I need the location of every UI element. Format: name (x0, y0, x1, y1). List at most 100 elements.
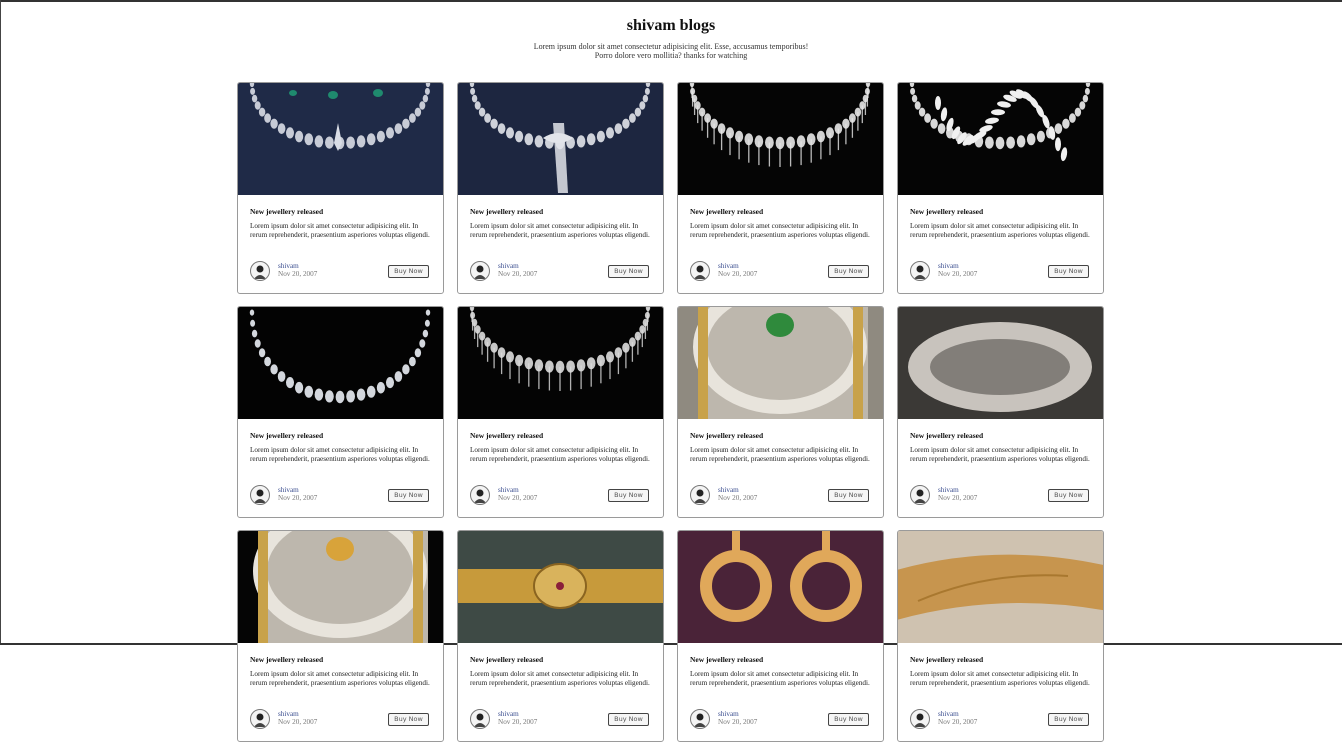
card-image[interactable] (238, 531, 443, 643)
card-image[interactable] (678, 307, 883, 419)
blog-card: New jewellery released Lorem ipsum dolor … (457, 530, 664, 742)
blog-card: New jewellery released Lorem ipsum dolor … (677, 530, 884, 742)
blog-card: New jewellery released Lorem ipsum dolor … (237, 82, 444, 294)
card-image[interactable] (238, 83, 443, 195)
post-date: Nov 20, 2007 (938, 270, 978, 278)
author-name[interactable]: shivam (718, 710, 739, 718)
author-name[interactable]: shivam (278, 262, 299, 270)
card-image[interactable] (678, 531, 883, 643)
card-text: Lorem ipsum dolor sit amet consectetur a… (470, 670, 650, 687)
buy-now-button[interactable]: Buy Now (828, 713, 869, 726)
author-avatar (690, 261, 710, 281)
author-name[interactable]: shivam (718, 262, 739, 270)
buy-now-button[interactable]: Buy Now (388, 489, 429, 502)
author-avatar (910, 261, 930, 281)
blog-card: New jewellery released Lorem ipsum dolor … (237, 530, 444, 742)
card-title: New jewellery released (250, 431, 324, 440)
buy-now-button[interactable]: Buy Now (608, 713, 649, 726)
window-top-border (0, 0, 1342, 2)
card-title: New jewellery released (470, 431, 544, 440)
author-avatar (690, 485, 710, 505)
author-name[interactable]: shivam (278, 710, 299, 718)
card-title: New jewellery released (690, 431, 764, 440)
buy-now-button[interactable]: Buy Now (1048, 713, 1089, 726)
card-title: New jewellery released (690, 207, 764, 216)
card-image[interactable] (898, 83, 1103, 195)
post-date: Nov 20, 2007 (718, 494, 758, 502)
author-avatar (250, 261, 270, 281)
card-image[interactable] (238, 307, 443, 419)
post-date: Nov 20, 2007 (938, 718, 978, 726)
post-date: Nov 20, 2007 (498, 494, 538, 502)
post-date: Nov 20, 2007 (498, 718, 538, 726)
author-name[interactable]: shivam (498, 486, 519, 494)
card-text: Lorem ipsum dolor sit amet consectetur a… (470, 446, 650, 463)
card-text: Lorem ipsum dolor sit amet consectetur a… (910, 670, 1090, 687)
author-avatar (910, 709, 930, 729)
blog-card: New jewellery released Lorem ipsum dolor … (457, 82, 664, 294)
card-image[interactable] (898, 531, 1103, 643)
subtitle-line-2: Porro dolore vero mollitia? thanks for w… (594, 51, 748, 60)
buy-now-button[interactable]: Buy Now (1048, 489, 1089, 502)
card-text: Lorem ipsum dolor sit amet consectetur a… (250, 446, 430, 463)
card-title: New jewellery released (250, 655, 324, 664)
page-title: shivam blogs (626, 17, 716, 34)
card-image[interactable] (898, 307, 1103, 419)
author-name[interactable]: shivam (938, 710, 959, 718)
post-date: Nov 20, 2007 (718, 270, 758, 278)
post-date: Nov 20, 2007 (938, 494, 978, 502)
blog-card: New jewellery released Lorem ipsum dolor … (897, 82, 1104, 294)
card-text: Lorem ipsum dolor sit amet consectetur a… (690, 446, 870, 463)
card-text: Lorem ipsum dolor sit amet consectetur a… (470, 222, 650, 239)
buy-now-button[interactable]: Buy Now (608, 265, 649, 278)
blog-card: New jewellery released Lorem ipsum dolor … (897, 530, 1104, 742)
post-date: Nov 20, 2007 (278, 718, 318, 726)
subtitle-line-1: Lorem ipsum dolor sit amet consectetur a… (533, 42, 809, 51)
buy-now-button[interactable]: Buy Now (388, 713, 429, 726)
blog-card: New jewellery released Lorem ipsum dolor … (457, 306, 664, 518)
card-image[interactable] (458, 531, 663, 643)
buy-now-button[interactable]: Buy Now (388, 265, 429, 278)
buy-now-button[interactable]: Buy Now (608, 489, 649, 502)
post-date: Nov 20, 2007 (498, 270, 538, 278)
author-avatar (470, 485, 490, 505)
card-image[interactable] (458, 83, 663, 195)
post-date: Nov 20, 2007 (278, 494, 318, 502)
buy-now-button[interactable]: Buy Now (828, 489, 869, 502)
card-text: Lorem ipsum dolor sit amet consectetur a… (910, 222, 1090, 239)
blog-card: New jewellery released Lorem ipsum dolor … (677, 306, 884, 518)
blog-card: New jewellery released Lorem ipsum dolor … (677, 82, 884, 294)
blog-card: New jewellery released Lorem ipsum dolor … (897, 306, 1104, 518)
card-text: Lorem ipsum dolor sit amet consectetur a… (250, 670, 430, 687)
page-subtitle: Lorem ipsum dolor sit amet consectetur a… (0, 42, 1342, 60)
card-text: Lorem ipsum dolor sit amet consectetur a… (250, 222, 430, 239)
buy-now-button[interactable]: Buy Now (1048, 265, 1089, 278)
author-name[interactable]: shivam (718, 486, 739, 494)
buy-now-button[interactable]: Buy Now (828, 265, 869, 278)
author-name[interactable]: shivam (278, 486, 299, 494)
card-image[interactable] (458, 307, 663, 419)
author-name[interactable]: shivam (498, 710, 519, 718)
card-title: New jewellery released (250, 207, 324, 216)
author-name[interactable]: shivam (938, 262, 959, 270)
post-date: Nov 20, 2007 (718, 718, 758, 726)
post-date: Nov 20, 2007 (278, 270, 318, 278)
blog-card: New jewellery released Lorem ipsum dolor … (237, 306, 444, 518)
window-left-border (0, 0, 1, 645)
author-avatar (470, 709, 490, 729)
card-text: Lorem ipsum dolor sit amet consectetur a… (690, 222, 870, 239)
author-name[interactable]: shivam (498, 262, 519, 270)
card-title: New jewellery released (910, 207, 984, 216)
author-avatar (690, 709, 710, 729)
card-title: New jewellery released (690, 655, 764, 664)
card-title: New jewellery released (470, 207, 544, 216)
card-title: New jewellery released (470, 655, 544, 664)
card-title: New jewellery released (910, 655, 984, 664)
author-avatar (470, 261, 490, 281)
author-avatar (250, 709, 270, 729)
author-name[interactable]: shivam (938, 486, 959, 494)
card-image[interactable] (678, 83, 883, 195)
author-avatar (910, 485, 930, 505)
page-header: shivam blogs Lorem ipsum dolor sit amet … (0, 16, 1342, 60)
author-avatar (250, 485, 270, 505)
